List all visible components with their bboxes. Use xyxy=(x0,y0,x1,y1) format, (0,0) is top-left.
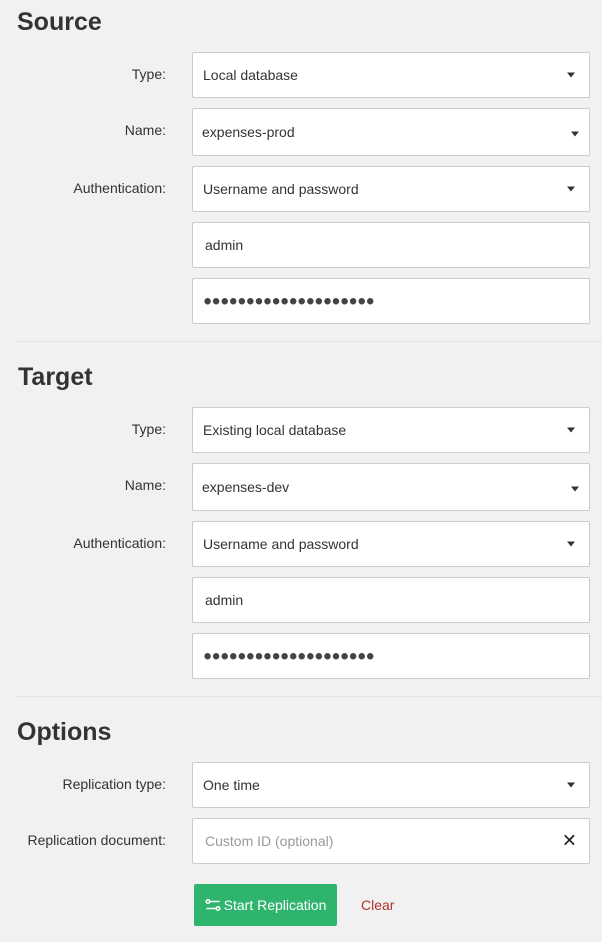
source-type-label: Type: xyxy=(131,66,166,82)
caret-down-icon xyxy=(567,72,575,78)
source-name-value: expenses-prod xyxy=(202,124,295,140)
target-password-value: ●●●●●●●●●●●●●●●●●●●● xyxy=(203,647,375,665)
source-type-value: Local database xyxy=(203,67,298,83)
source-auth-label: Authentication: xyxy=(73,180,166,196)
replication-doc-input[interactable]: Custom ID (optional) ✕ xyxy=(192,818,590,864)
options-title: Options xyxy=(17,718,112,746)
source-title: Source xyxy=(17,8,102,36)
target-auth-select[interactable]: Username and password xyxy=(192,521,590,567)
start-replication-label: Start Replication xyxy=(223,897,327,913)
source-username-value: admin xyxy=(205,237,244,253)
source-name-select[interactable]: expenses-prod xyxy=(192,108,590,156)
replication-type-label: Replication type: xyxy=(62,776,166,792)
target-title: Target xyxy=(18,363,93,391)
target-username-input[interactable]: admin xyxy=(192,577,590,623)
start-replication-button[interactable]: Start Replication xyxy=(194,884,337,926)
target-name-value: expenses-dev xyxy=(202,479,290,495)
target-username-value: admin xyxy=(205,592,244,608)
clear-button[interactable]: Clear xyxy=(361,897,394,913)
replication-doc-label: Replication document: xyxy=(27,832,166,848)
source-auth-select[interactable]: Username and password xyxy=(192,166,590,212)
target-name-select[interactable]: expenses-dev xyxy=(192,463,590,511)
caret-down-icon xyxy=(567,186,575,192)
source-password-value: ●●●●●●●●●●●●●●●●●●●● xyxy=(203,292,375,310)
target-type-select[interactable]: Existing local database xyxy=(192,407,590,453)
section-divider xyxy=(17,341,602,342)
target-type-label: Type: xyxy=(131,421,166,437)
caret-down-icon xyxy=(571,486,579,492)
target-password-input[interactable]: ●●●●●●●●●●●●●●●●●●●● xyxy=(192,633,590,679)
section-divider xyxy=(17,696,602,697)
target-type-value: Existing local database xyxy=(203,422,347,438)
caret-down-icon xyxy=(571,131,579,137)
source-username-input[interactable]: admin xyxy=(192,222,590,268)
target-auth-label: Authentication: xyxy=(73,535,166,551)
source-auth-value: Username and password xyxy=(203,181,359,197)
replication-type-select[interactable]: One time xyxy=(192,762,590,808)
target-name-label: Name: xyxy=(124,477,166,493)
replication-icon xyxy=(205,898,221,912)
caret-down-icon xyxy=(567,427,575,433)
target-auth-value: Username and password xyxy=(203,536,359,552)
replication-doc-placeholder: Custom ID (optional) xyxy=(205,833,334,849)
caret-down-icon xyxy=(567,541,575,547)
replication-type-value: One time xyxy=(203,777,260,793)
source-type-select[interactable]: Local database xyxy=(192,52,590,98)
close-icon[interactable]: ✕ xyxy=(562,832,577,850)
caret-down-icon xyxy=(567,782,575,788)
source-password-input[interactable]: ●●●●●●●●●●●●●●●●●●●● xyxy=(192,278,590,324)
source-name-label: Name: xyxy=(124,122,166,138)
